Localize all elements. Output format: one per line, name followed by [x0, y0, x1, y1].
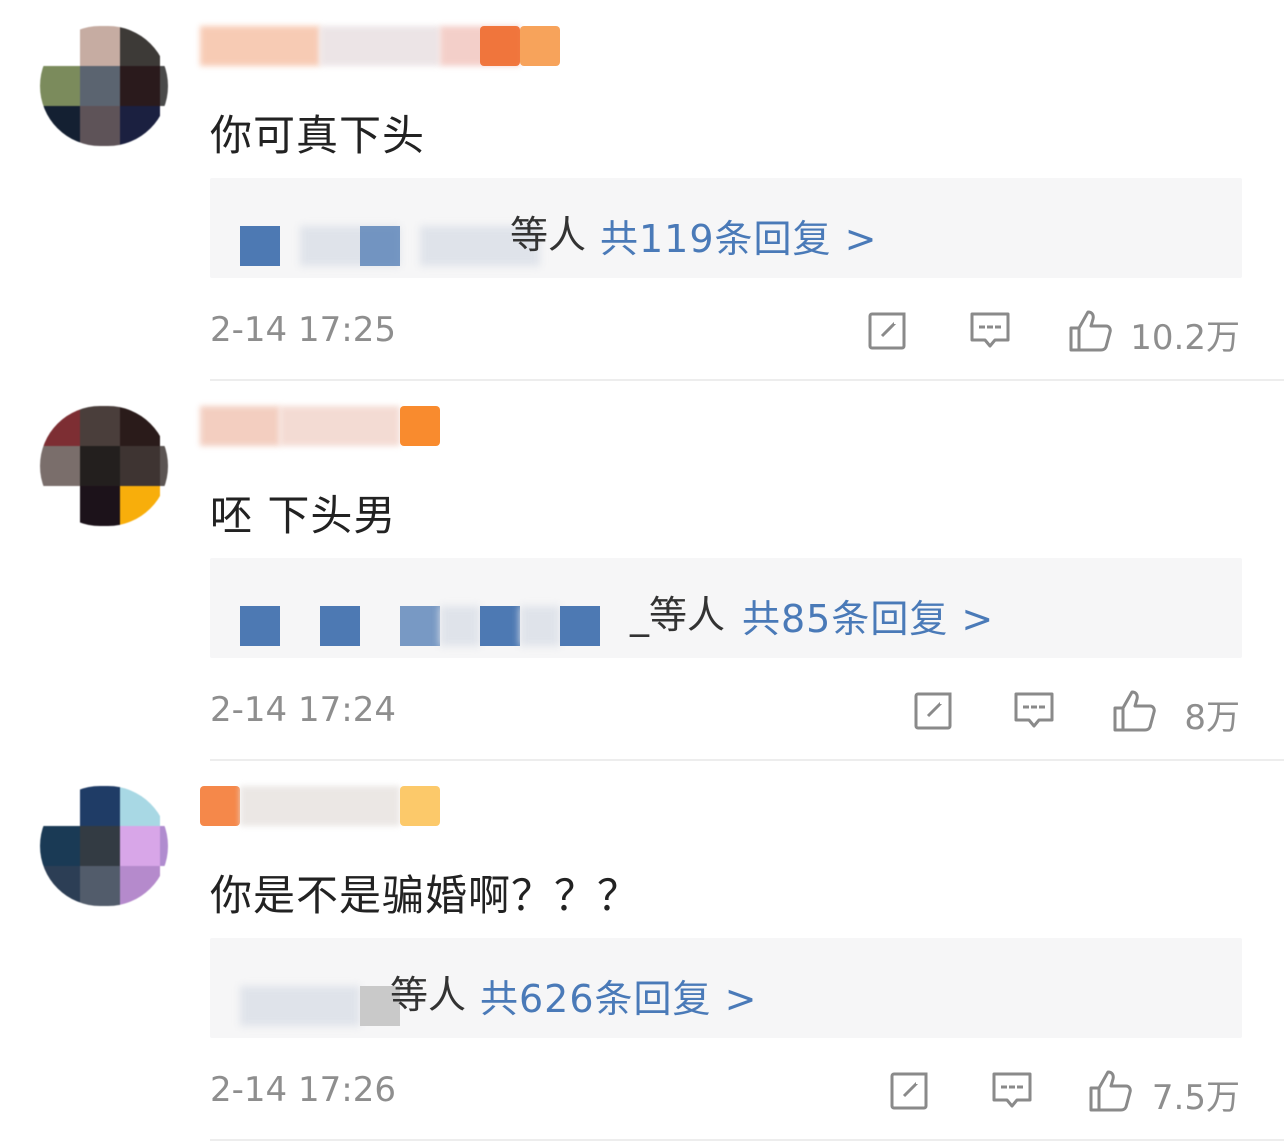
like-icon[interactable] [1068, 308, 1112, 352]
avatar[interactable] [40, 406, 168, 526]
timestamp: 2-14 17:24 [210, 690, 396, 730]
comment-text: 呸 下头男 [210, 491, 397, 540]
comment-item: 呸 下头男 _等人 共85条回复 > 2-14 17:24 8万 [0, 380, 1284, 761]
comment-icon[interactable] [990, 1068, 1034, 1112]
replies-preview[interactable]: 等人 共626条回复 > [210, 938, 1242, 1038]
reply-suffix: 等人 [510, 213, 587, 257]
comment-text: 你是不是骗婚啊？？？ [210, 871, 641, 920]
divider [210, 1139, 1284, 1141]
timestamp: 2-14 17:26 [210, 1070, 396, 1110]
replies-preview[interactable]: _等人 共85条回复 > [210, 558, 1242, 658]
comment-icon[interactable] [1012, 688, 1056, 732]
reply-suffix: 等人 [390, 973, 467, 1017]
comment-meta: 2-14 17:26 7.5万 [210, 1068, 1242, 1118]
username-obscured[interactable] [200, 786, 580, 826]
timestamp: 2-14 17:25 [210, 310, 396, 350]
like-icon[interactable] [1088, 1068, 1132, 1112]
reply-suffix: _等人 [630, 593, 726, 637]
comment-meta: 2-14 17:24 8万 [210, 688, 1242, 738]
comment-icon[interactable] [968, 308, 1012, 352]
likes-count: 8万 [1184, 698, 1240, 738]
likes-count: 10.2万 [1130, 318, 1240, 358]
comment-item: 你可真下头 等人 共119条回复 > 2-14 17:25 10.2万 [0, 0, 1284, 381]
view-replies-link[interactable]: 共626条回复 > [480, 968, 757, 1023]
like-icon[interactable] [1112, 688, 1156, 732]
replies-preview[interactable]: 等人 共119条回复 > [210, 178, 1242, 278]
share-icon[interactable] [912, 688, 956, 732]
avatar[interactable] [40, 26, 168, 146]
likes-count: 7.5万 [1151, 1078, 1240, 1118]
share-icon[interactable] [866, 308, 910, 352]
comment-meta: 2-14 17:25 10.2万 [210, 308, 1242, 358]
view-replies-link[interactable]: 共119条回复 > [600, 208, 877, 263]
username-obscured[interactable] [200, 26, 580, 66]
share-icon[interactable] [888, 1068, 932, 1112]
avatar[interactable] [40, 786, 168, 906]
comment-item: 你是不是骗婚啊？？？ 等人 共626条回复 > 2-14 17:26 7.5万 [0, 760, 1284, 1141]
view-replies-link[interactable]: 共85条回复 > [742, 588, 994, 643]
comment-text: 你可真下头 [210, 111, 426, 160]
username-obscured[interactable] [200, 406, 580, 446]
